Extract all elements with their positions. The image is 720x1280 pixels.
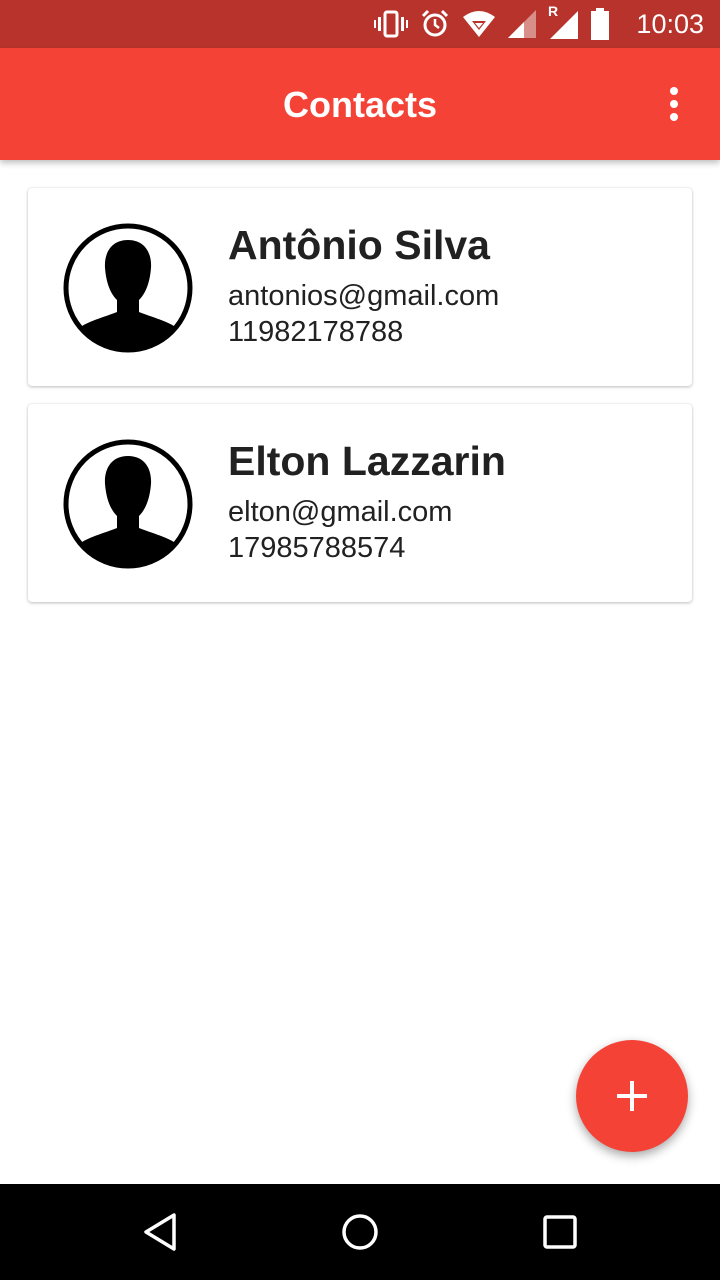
clock: 10:03 xyxy=(636,9,704,39)
signal-icon xyxy=(508,10,536,38)
contact-list: Antônio Silva antonios@gmail.com 1198217… xyxy=(28,188,692,620)
back-button[interactable] xyxy=(136,1208,184,1256)
contact-card[interactable]: Antônio Silva antonios@gmail.com 1198217… xyxy=(28,188,692,386)
contact-name: Antônio Silva xyxy=(228,222,490,268)
roaming-signal-icon xyxy=(550,11,578,39)
navigation-bar xyxy=(0,1184,720,1280)
person-avatar-icon xyxy=(63,439,193,569)
app-bar: Contacts xyxy=(0,48,720,160)
person-avatar-icon xyxy=(63,223,193,353)
alarm-icon xyxy=(421,9,449,37)
home-icon xyxy=(342,1214,378,1250)
vibrate-icon xyxy=(374,10,408,38)
contact-phone: 11982178788 xyxy=(228,316,404,348)
contact-email: antonios@gmail.com xyxy=(228,280,500,312)
home-button[interactable] xyxy=(336,1208,384,1256)
contact-card[interactable]: Elton Lazzarin elton@gmail.com 179857885… xyxy=(28,404,692,602)
status-icons: R xyxy=(374,3,610,40)
contact-email: elton@gmail.com xyxy=(228,496,453,528)
recents-icon xyxy=(543,1215,577,1249)
app-title: Contacts xyxy=(282,84,438,125)
more-vert-icon xyxy=(670,87,678,121)
battery-icon xyxy=(591,8,609,40)
add-contact-button[interactable] xyxy=(576,1040,688,1152)
status-bar: R 10:03 xyxy=(0,0,720,48)
contact-name: Elton Lazzarin xyxy=(228,438,506,484)
wifi-icon xyxy=(463,11,495,37)
contact-phone: 17985788574 xyxy=(228,532,406,564)
roaming-signal: R xyxy=(548,3,578,39)
recents-button[interactable] xyxy=(536,1208,584,1256)
overflow-menu-button[interactable] xyxy=(654,84,694,124)
back-icon xyxy=(144,1213,176,1251)
plus-icon xyxy=(617,1081,647,1111)
